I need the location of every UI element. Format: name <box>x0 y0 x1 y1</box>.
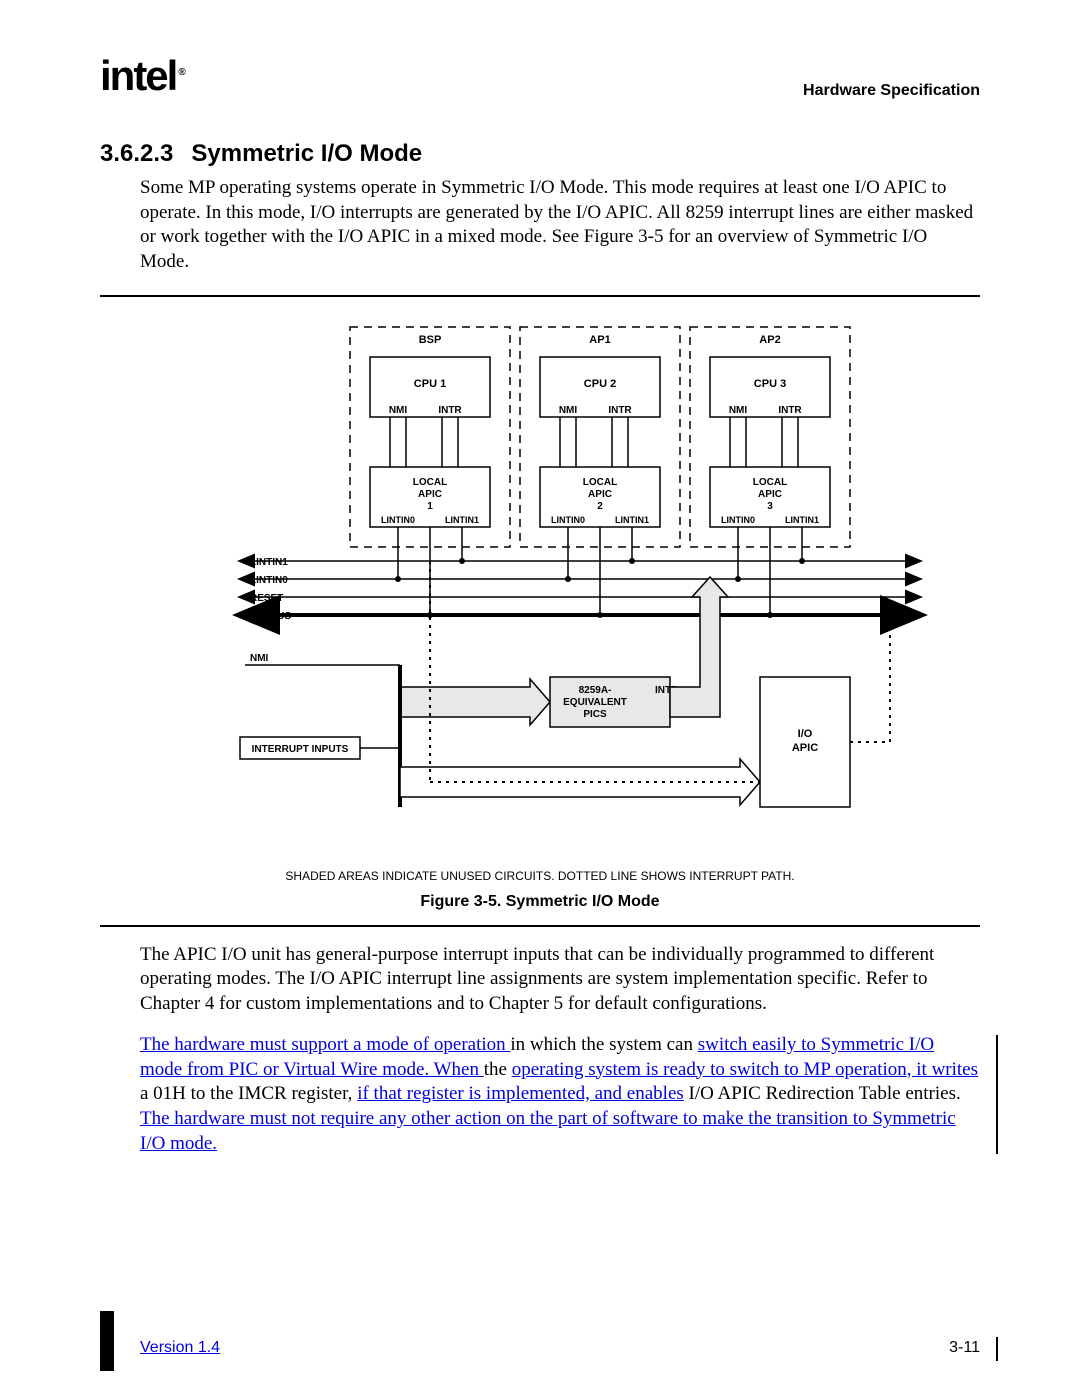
svg-text:AP2: AP2 <box>759 334 780 346</box>
svg-text:1: 1 <box>427 501 433 512</box>
svg-text:INTR: INTR <box>778 405 802 416</box>
svg-text:RESET: RESET <box>250 593 283 604</box>
document-type: Hardware Specification <box>803 82 980 100</box>
svg-text:LINTIN1: LINTIN1 <box>445 515 479 525</box>
page-footer: Version 1.4 3-11 <box>140 1339 980 1357</box>
svg-text:CPU 2: CPU 2 <box>584 378 616 390</box>
svg-text:APIC: APIC <box>588 489 612 500</box>
section-title: Symmetric I/O Mode <box>191 140 422 168</box>
svg-text:NMI: NMI <box>729 405 748 416</box>
figure-3-5: BSP AP1 AP2 CPU 1 NMI INTR CPU 2 NMI INT… <box>100 295 980 927</box>
paragraph-2: The APIC I/O unit has general-purpose in… <box>100 943 980 1017</box>
svg-text:LINTIN0: LINTIN0 <box>250 575 288 586</box>
svg-text:INTERRUPT INPUTS: INTERRUPT INPUTS <box>252 744 349 755</box>
svg-text:INTR: INTR <box>608 405 632 416</box>
svg-text:3: 3 <box>767 501 773 512</box>
link-text[interactable]: if that register is implemented, and ena… <box>357 1083 684 1104</box>
svg-text:NMI: NMI <box>389 405 408 416</box>
svg-text:NMI: NMI <box>559 405 578 416</box>
svg-text:2: 2 <box>597 501 603 512</box>
svg-text:I/O: I/O <box>798 728 813 740</box>
svg-text:CPU 3: CPU 3 <box>754 378 786 390</box>
svg-text:EQUIVALENT: EQUIVALENT <box>563 697 627 708</box>
version-link[interactable]: Version 1.4 <box>140 1339 220 1357</box>
paragraph-3: The hardware must support a mode of oper… <box>100 1033 980 1156</box>
svg-text:BSP: BSP <box>419 334 442 346</box>
figure-caption: Figure 3-5. Symmetric I/O Mode <box>100 893 980 927</box>
svg-text:APIC: APIC <box>792 742 818 754</box>
svg-text:LINTIN0: LINTIN0 <box>551 515 585 525</box>
svg-text:LINTIN1: LINTIN1 <box>615 515 649 525</box>
link-text[interactable]: The hardware must not require any other … <box>140 1108 956 1154</box>
svg-text:LINTIN0: LINTIN0 <box>381 515 415 525</box>
section-number: 3.6.2.3 <box>100 140 173 168</box>
svg-text:PICS: PICS <box>583 709 607 720</box>
footer-change-bar <box>996 1337 998 1361</box>
svg-text:LOCAL: LOCAL <box>753 477 787 488</box>
section-heading: 3.6.2.3 Symmetric I/O Mode <box>100 140 980 168</box>
page-number: 3-11 <box>949 1339 980 1357</box>
registered-mark: ® <box>178 67 185 78</box>
intel-logo: intel® <box>100 52 186 100</box>
svg-text:LINTIN1: LINTIN1 <box>250 557 288 568</box>
svg-text:LINTIN0: LINTIN0 <box>721 515 755 525</box>
side-marker <box>100 1311 114 1371</box>
svg-text:CPU 1: CPU 1 <box>414 378 446 390</box>
svg-text:LOCAL: LOCAL <box>583 477 617 488</box>
svg-text:NMI: NMI <box>250 653 269 664</box>
symmetric-io-diagram: BSP AP1 AP2 CPU 1 NMI INTR CPU 2 NMI INT… <box>150 317 930 857</box>
figure-note: SHADED AREAS INDICATE UNUSED CIRCUITS. D… <box>100 869 980 883</box>
svg-text:LINTIN1: LINTIN1 <box>785 515 819 525</box>
link-text[interactable]: operating system is ready to switch to M… <box>512 1059 978 1080</box>
svg-text:APIC: APIC <box>418 489 442 500</box>
link-text[interactable]: The hardware must support a mode of oper… <box>140 1034 510 1055</box>
page-header: intel® Hardware Specification <box>100 30 980 100</box>
paragraph-1: Some MP operating systems operate in Sym… <box>100 176 980 275</box>
svg-text:APIC: APIC <box>758 489 782 500</box>
change-bar <box>996 1035 998 1154</box>
svg-text:8259A-: 8259A- <box>579 685 612 696</box>
svg-text:LOCAL: LOCAL <box>413 477 447 488</box>
logo-text: intel <box>100 52 176 99</box>
svg-text:INTR: INTR <box>438 405 462 416</box>
svg-text:AP1: AP1 <box>589 334 610 346</box>
